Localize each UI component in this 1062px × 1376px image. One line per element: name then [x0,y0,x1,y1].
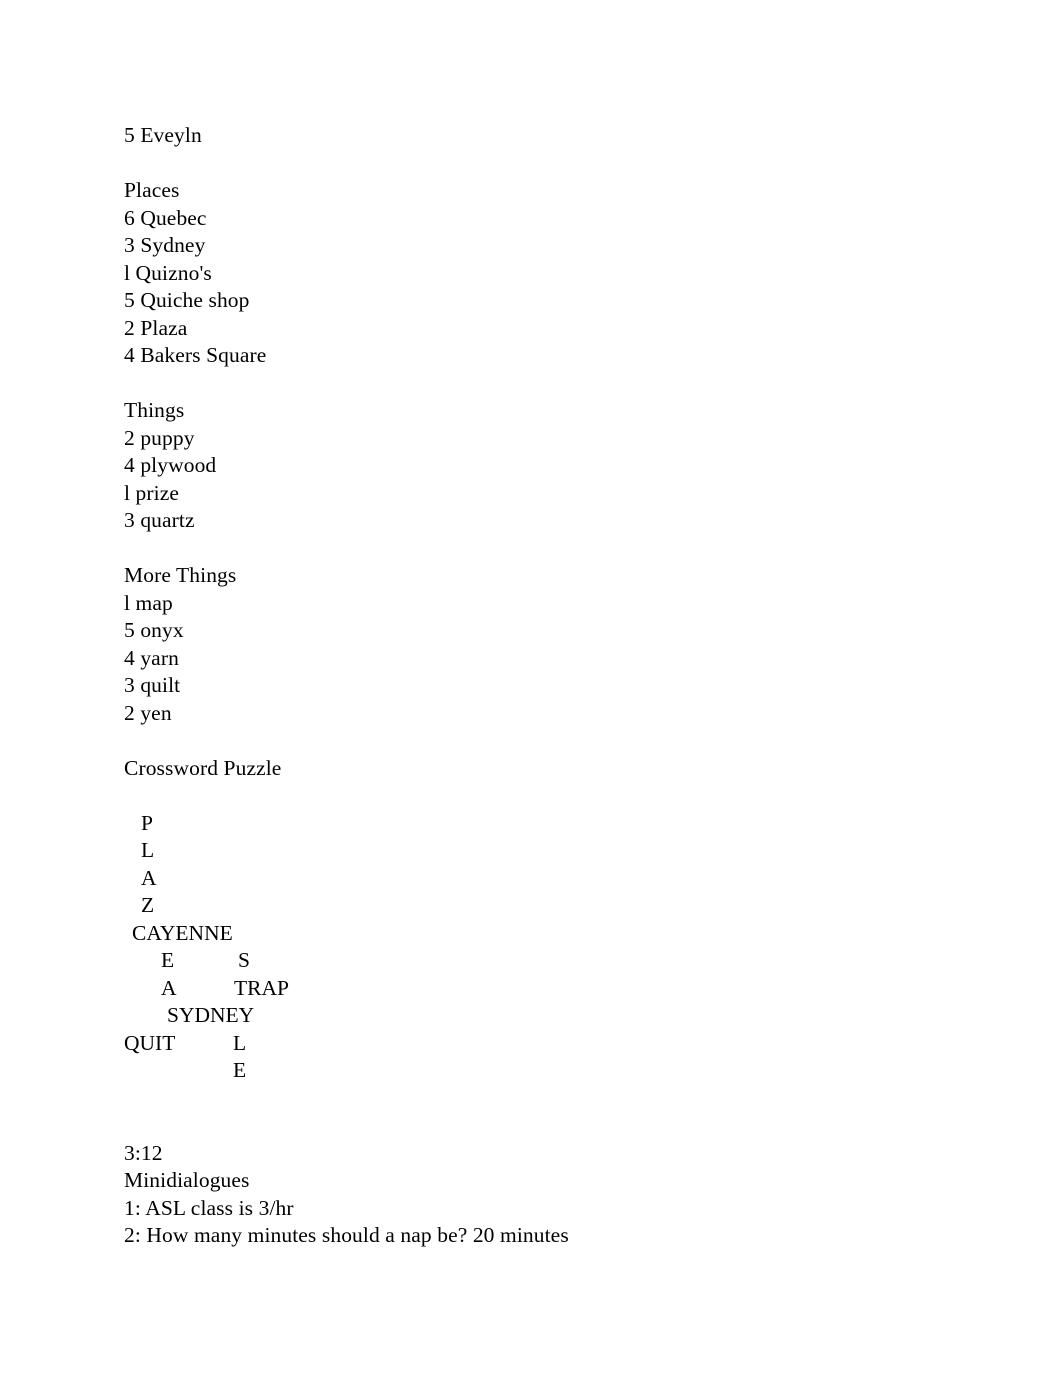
section-heading-crossword: Crossword Puzzle [124,755,282,780]
list-item: l prize [124,480,180,505]
crossword-entry: L [233,1030,247,1055]
list-item: 2 yen [124,700,172,725]
section-heading-things: Things [124,398,185,422]
list-item: 4 Bakers Square [124,343,267,367]
crossword-row: A TRAP [124,975,984,1003]
crossword-row: QUIT L [124,1030,984,1058]
list-item: 5 onyx [124,618,184,642]
list-item: 4 yarn [124,645,179,670]
crossword-entry: QUIT [124,1030,176,1055]
list-item: l map [124,590,173,615]
list-item: 2 Plaza [124,315,188,340]
crossword-entry: P [141,810,153,835]
list-item: 3 quilt [124,673,181,697]
list-item: 2 puppy [124,425,195,450]
crossword-entry: E [161,948,175,972]
section-heading-more-things: More Things [124,563,237,587]
crossword-entry: L [141,838,155,862]
list-item: l Quizno's [124,260,212,285]
crossword-row: L [124,837,984,865]
crossword-row: CAYENNE [124,920,984,948]
document-page: 5 Eveyln Places 6 Quebec 3 Sydney l Quiz… [0,0,1062,1376]
crossword-row: ES [124,947,984,975]
crossword-row: P [124,810,984,838]
list-item: 4 plywood [124,453,217,477]
list-item: 3 quartz [124,508,195,532]
timestamp: 3:12 [124,1140,163,1165]
crossword-entry: E [233,1058,247,1082]
crossword-entry: A [141,865,157,890]
crossword-row: A [124,865,984,893]
section-heading-minidialogues: Minidialogues [124,1168,250,1192]
minidialogue-line: 1: ASL class is 3/hr [124,1195,294,1220]
minidialogue-line: 2: How many minutes should a nap be? 20 … [124,1223,569,1247]
crossword-entry: S [238,948,250,972]
list-item: 3 Sydney [124,233,206,257]
list-item: 6 Quebec [124,205,207,230]
list-item: 5 Eveyln [124,123,202,147]
crossword-entry: SYDNEY [167,1003,255,1027]
crossword-entry: Z [141,893,155,917]
crossword-row: E [124,1057,984,1085]
crossword-row: SYDNEY [124,1002,984,1030]
crossword-row: Z [124,892,984,920]
crossword-entry: TRAP [234,975,289,1000]
crossword-entry: A [161,975,177,1000]
section-heading-places: Places [124,178,180,202]
document-body: 5 Eveyln Places 6 Quebec 3 Sydney l Quiz… [124,122,984,1250]
crossword-entry: CAYENNE [132,920,233,945]
crossword-grid: P L A Z CAYENNE E S A TRAP SYDNEY QUIT L E [124,810,984,1085]
list-item: 5 Quiche shop [124,288,250,312]
